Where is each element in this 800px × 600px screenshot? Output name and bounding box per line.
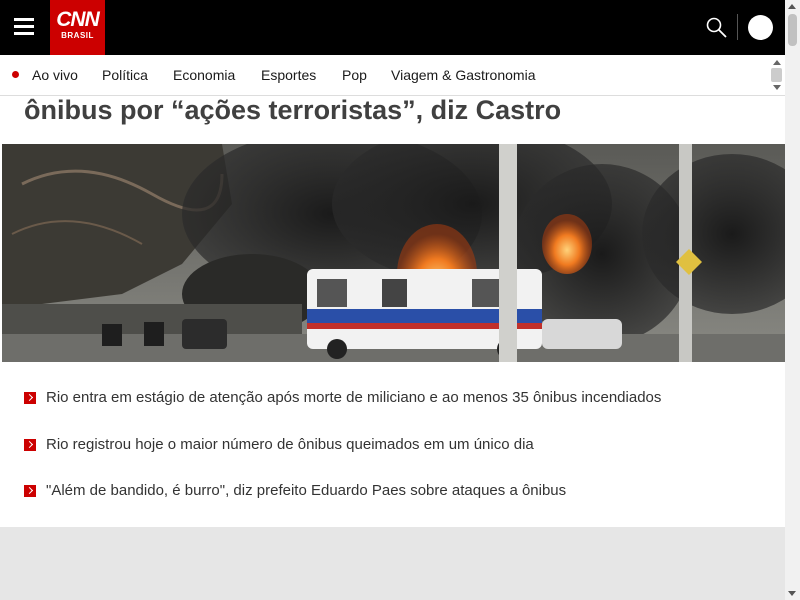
nav-item-ao-vivo[interactable]: Ao vivo [32, 67, 78, 83]
photo-illustration [2, 144, 785, 362]
cnn-brasil-logo[interactable]: CNN BRASIL [50, 0, 105, 55]
nav-item-viagem-gastronomia[interactable]: Viagem & Gastronomia [391, 67, 535, 83]
nav-scroll-down-icon[interactable] [773, 85, 781, 90]
nav-scroll-track[interactable] [771, 68, 782, 82]
header-divider [737, 14, 738, 40]
live-indicator-icon [12, 71, 19, 78]
search-icon[interactable] [705, 16, 729, 40]
nav-scroll-up-icon[interactable] [773, 60, 781, 65]
chevron-right-icon [24, 485, 36, 497]
nav-item-politica[interactable]: Política [102, 67, 148, 83]
page-footer-area [0, 527, 785, 600]
scrollbar-thumb[interactable] [788, 14, 797, 46]
nav-item-economia[interactable]: Economia [173, 67, 235, 83]
article-content: ônibus por “ações terroristas”, diz Cast… [0, 96, 785, 527]
scroll-up-arrow-icon[interactable] [788, 4, 796, 9]
section-nav: Ao vivo Política Economia Esportes Pop V… [0, 55, 785, 96]
chevron-right-icon [24, 439, 36, 451]
page-scrollbar[interactable] [785, 0, 800, 600]
related-link-text: Rio registrou hoje o maior número de ôni… [46, 436, 534, 453]
related-link-text: "Além de bandido, é burro", diz prefeito… [46, 482, 567, 499]
article-headline[interactable]: ônibus por “ações terroristas”, diz Cast… [24, 96, 561, 124]
scroll-down-arrow-icon[interactable] [788, 591, 796, 596]
hamburger-menu-icon[interactable] [14, 18, 34, 36]
logo-text-cnn: CNN [56, 8, 100, 31]
user-avatar-icon[interactable] [748, 15, 773, 40]
chevron-right-icon [24, 392, 36, 404]
nav-item-esportes[interactable]: Esportes [261, 67, 316, 83]
article-photo-burning-bus[interactable] [2, 144, 785, 362]
top-header: CNN BRASIL [0, 0, 785, 55]
nav-item-pop[interactable]: Pop [342, 67, 367, 83]
related-link-text: Rio entra em estágio de atenção após mor… [46, 389, 662, 406]
logo-text-brasil: BRASIL [61, 31, 94, 40]
